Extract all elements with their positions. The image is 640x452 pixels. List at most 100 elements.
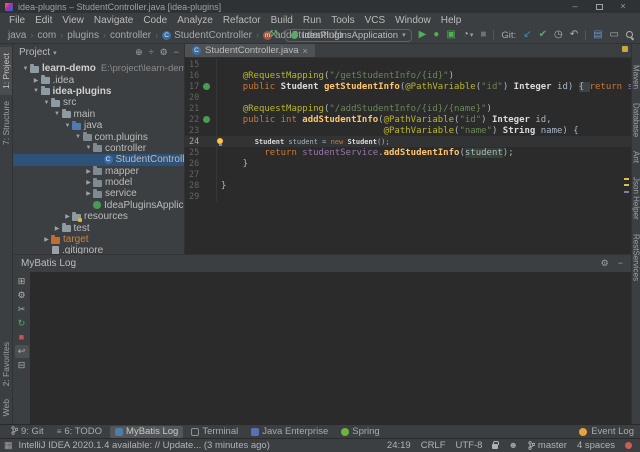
code-line-27[interactable]: 27 — [185, 169, 631, 180]
locate-icon[interactable]: ⊕ — [135, 48, 143, 57]
history-icon[interactable]: ◷ — [554, 30, 563, 40]
lock-icon[interactable] — [492, 444, 498, 449]
tree-collapsed-arrow[interactable]: ▶ — [42, 236, 51, 243]
breadcrumb-plugins[interactable]: plugins — [65, 30, 101, 41]
menu-vcs[interactable]: VCS — [360, 15, 391, 26]
tree-item-studentcontroller[interactable]: CStudentController — [13, 154, 184, 165]
event-log-button[interactable]: Event Log — [579, 426, 634, 437]
gutter-line-number[interactable]: 21 — [185, 104, 201, 114]
tree-collapsed-arrow[interactable]: ▶ — [53, 225, 62, 232]
tree-item-model[interactable]: ▶model — [13, 177, 184, 188]
gutter-line-number[interactable]: 25 — [185, 148, 201, 158]
gutter-line-number[interactable]: 17 — [185, 82, 201, 92]
menu-edit[interactable]: Edit — [30, 15, 57, 26]
gutter-line-number[interactable]: 16 — [185, 71, 201, 81]
tree-item-resources[interactable]: ▶resources — [13, 211, 184, 222]
tree-item-controller[interactable]: ▼controller — [13, 143, 184, 154]
stripe-tab-7-structure[interactable]: 7: Structure — [0, 95, 12, 151]
tree-item-learn-demo[interactable]: ▼learn-demoE:\project\learn-demo — [13, 63, 184, 74]
inspections-profile-icon[interactable]: ☻ — [508, 441, 517, 450]
directories-icon[interactable]: ▤ — [593, 30, 602, 40]
tree-collapsed-arrow[interactable]: ▶ — [84, 179, 93, 186]
inspections-indicator[interactable] — [622, 46, 628, 52]
restart-icon[interactable]: ↻ — [15, 317, 29, 330]
toolwindow-tab-6-todo[interactable]: ≡6: TODO — [52, 426, 107, 438]
stripe-tab-ant[interactable]: Ant — [632, 144, 640, 170]
search-icon[interactable] — [626, 31, 634, 39]
breadcrumb-com[interactable]: com — [35, 30, 58, 41]
gutter-line-number[interactable]: 23 — [185, 126, 201, 136]
close-icon[interactable]: × — [302, 46, 307, 56]
tree-item-service[interactable]: ▶service — [13, 188, 184, 199]
code-line-20[interactable]: 20 — [185, 92, 631, 103]
rollback-icon[interactable]: ↶ — [570, 30, 578, 40]
tree-item-main[interactable]: ▼main — [13, 109, 184, 120]
coverage-icon[interactable]: ▣ — [446, 30, 455, 40]
menu-build[interactable]: Build — [266, 15, 298, 26]
settings-gear-icon[interactable]: ⚙ — [15, 289, 29, 302]
tree-collapsed-arrow[interactable]: ▶ — [63, 213, 72, 220]
tree-item-java[interactable]: ▼java — [13, 120, 184, 131]
hide-icon[interactable]: − — [618, 259, 623, 268]
collapse-all-icon[interactable]: ÷ — [149, 48, 154, 57]
menu-analyze[interactable]: Analyze — [172, 15, 218, 26]
tree-collapsed-arrow[interactable]: ▶ — [84, 190, 93, 197]
toolwindow-tab-java-enterprise[interactable]: Java Enterprise — [246, 426, 333, 438]
tree-item-com-plugins[interactable]: ▼com.plugins — [13, 131, 184, 142]
gutter-line-number[interactable]: 20 — [185, 93, 201, 103]
code-area[interactable]: 1516 @RequestMapping("/getStudentInfo/{i… — [185, 58, 631, 254]
tree-expanded-arrow[interactable]: ▼ — [84, 145, 93, 151]
code-line-24[interactable]: 24 Student student = new Student(); — [185, 136, 631, 147]
toolwindow-tab-mybatis-log[interactable]: MyBatis Log — [110, 426, 183, 438]
tree-item-ideapluginsapplication[interactable]: IdeaPluginsApplication — [13, 200, 184, 211]
gutter-line-number[interactable]: 24 — [185, 137, 201, 147]
status-message[interactable]: IntelliJ IDEA 2020.1.4 available: // Upd… — [19, 440, 270, 451]
stripe-tab-1-project[interactable]: 1: Project — [0, 47, 12, 95]
tree-expanded-arrow[interactable]: ▼ — [74, 134, 83, 140]
stripe-tab-maven[interactable]: Maven — [632, 58, 640, 96]
stripe-tab-web[interactable]: Web — [0, 393, 12, 422]
breadcrumb-studentcontroller[interactable]: CStudentController — [160, 30, 254, 41]
tree-expanded-arrow[interactable]: ▼ — [42, 100, 51, 106]
git-branch-widget[interactable]: master — [528, 440, 567, 451]
profiler-icon-group[interactable]: ◔▾ — [463, 30, 474, 40]
gutter-line-number[interactable]: 29 — [185, 192, 201, 202]
minimize-button[interactable]: – — [563, 0, 587, 13]
code-line-22[interactable]: 22 public int addStudentInfo(@PathVariab… — [185, 114, 631, 125]
gutter-line-number[interactable]: 28 — [185, 181, 201, 191]
toolwindow-tab-9-git[interactable]: 9: Git — [6, 426, 49, 438]
project-panel-title[interactable]: Project — [19, 47, 50, 58]
encoding[interactable]: UTF-8 — [456, 440, 483, 451]
close-button[interactable]: × — [611, 0, 635, 13]
editor-tab-studentcontroller[interactable]: C StudentController.java × — [185, 44, 315, 57]
tree-item-gitignore[interactable]: .gitignore — [13, 245, 184, 254]
gutter-line-number[interactable]: 27 — [185, 170, 201, 180]
clear-icon[interactable]: ⊟ — [15, 359, 29, 372]
run-config-select[interactable]: IdeaPluginsApplication▾ — [285, 29, 412, 42]
export-icon[interactable]: ⊞ — [15, 275, 29, 288]
tree-item-src[interactable]: ▼src — [13, 97, 184, 108]
scissors-icon[interactable]: ✂ — [15, 303, 29, 316]
line-ending[interactable]: CRLF — [421, 440, 446, 451]
update-project-icon[interactable]: ↙ — [523, 30, 531, 40]
stop-icon[interactable]: ■ — [480, 30, 486, 40]
tree-item-idea[interactable]: ▶.idea — [13, 74, 184, 85]
tree-collapsed-arrow[interactable]: ▶ — [32, 77, 41, 84]
tree-expanded-arrow[interactable]: ▼ — [32, 88, 41, 94]
run-icon[interactable]: ▶ — [419, 30, 427, 40]
menu-navigate[interactable]: Navigate — [89, 15, 138, 26]
tree-item-idea-plugins[interactable]: ▼idea-plugins — [13, 86, 184, 97]
gutter-line-number[interactable]: 15 — [185, 60, 201, 70]
error-indicator-icon[interactable] — [625, 442, 632, 449]
tree-expanded-arrow[interactable]: ▼ — [53, 111, 62, 117]
intention-bulb-icon[interactable] — [217, 138, 223, 144]
code-line-23[interactable]: 23 @PathVariable("name") String name) { — [185, 125, 631, 136]
maximize-button[interactable] — [587, 0, 611, 13]
menu-help[interactable]: Help — [436, 15, 467, 26]
gutter-line-number[interactable]: 22 — [185, 115, 201, 125]
hide-icon[interactable]: − — [174, 48, 179, 57]
mybatis-console[interactable] — [30, 272, 631, 424]
gutter-line-number[interactable]: 26 — [185, 159, 201, 169]
tree-item-mapper[interactable]: ▶mapper — [13, 166, 184, 177]
build-hammer-icon[interactable]: ⚒ — [269, 30, 278, 40]
